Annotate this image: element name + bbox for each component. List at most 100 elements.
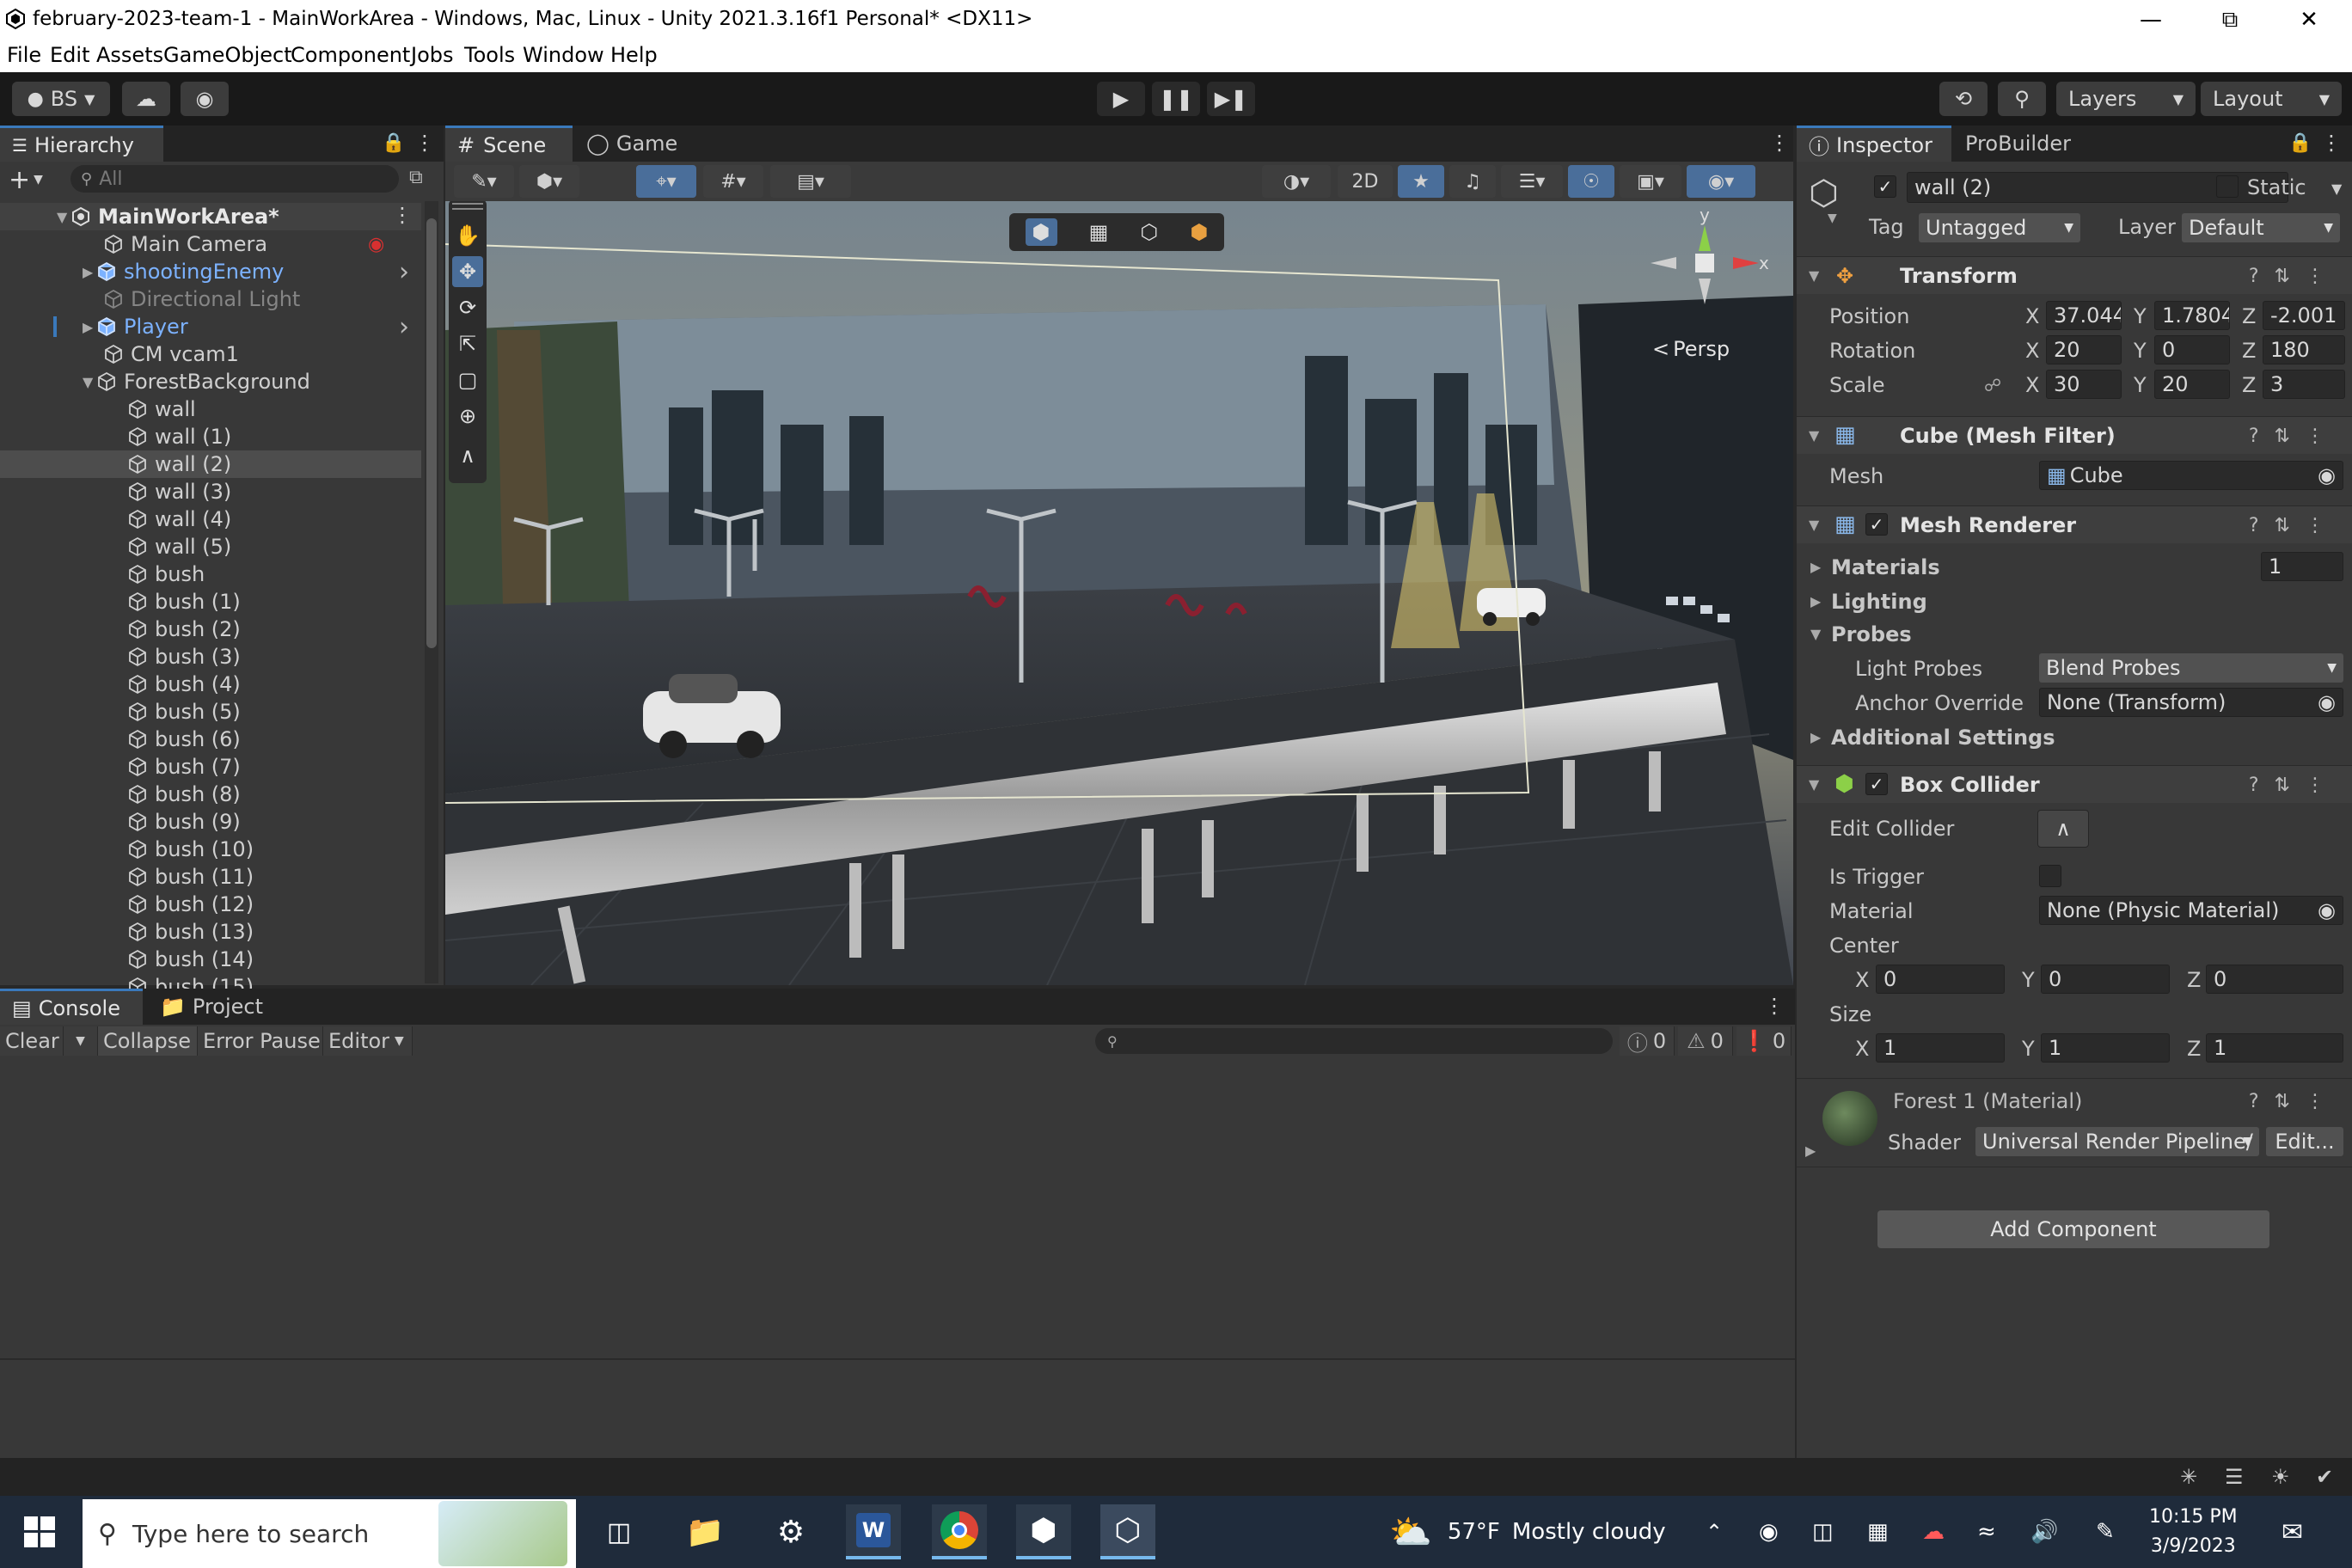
size-y-field[interactable]: 1 [2041,1033,2170,1063]
scene-viewport[interactable]: ✋ ✥ ⟳ ⇱ ▢ ⊕ ∧ ⬢ ▦ ⬡ ⬢ y x < Persp [445,201,1793,985]
scale-y-field[interactable]: 20 [2154,370,2230,399]
camera-button[interactable]: ▣▾ [1620,165,1681,198]
scene-root-row[interactable]: ▼ MainWorkArea* [0,203,421,230]
word-icon[interactable]: W [846,1504,901,1559]
chrome-icon[interactable] [932,1504,987,1559]
probes-label[interactable]: Probes [1831,622,1912,646]
error-pause-toggle[interactable]: Error Pause [198,1026,323,1056]
warning-count-toggle[interactable]: ⚠ 0 [1678,1026,1733,1056]
hierarchy-item[interactable]: bush (5) [0,698,421,726]
restore-icon[interactable]: ⧉ [2194,0,2266,40]
hierarchy-item[interactable]: wall (4) [0,505,421,533]
material-preview-sphere[interactable] [1822,1091,1877,1146]
render-mode-button[interactable]: ◑▾ [1262,165,1331,198]
expand-arrow-icon[interactable]: ▶ [83,264,96,280]
debug-icon[interactable]: ✳ [2180,1465,2197,1489]
persp-toggle[interactable]: < Persp [1652,337,1730,361]
component-header-icons[interactable]: ?⇅⋮ [2249,426,2340,447]
size-z-field[interactable]: 1 [2206,1033,2343,1063]
orientation-gizmo[interactable]: y x [1640,205,1769,339]
hierarchy-item[interactable]: bush (10) [0,836,421,863]
scale-tool-icon[interactable]: ⇱ [452,328,483,359]
is-trigger-checkbox[interactable] [2039,865,2061,887]
hierarchy-item[interactable]: bush (13) [0,918,421,946]
menu-jobs[interactable]: Jobs [411,43,454,67]
rotate-tool-icon[interactable]: ⟳ [452,292,483,323]
hierarchy-item[interactable]: bush (14) [0,946,421,973]
hierarchy-item[interactable]: bush (7) [0,753,421,781]
custom-tool-icon[interactable]: ∧ [452,440,483,471]
weather-widget[interactable]: ⛅ 57°F Mostly cloudy [1389,1496,1666,1568]
static-checkbox[interactable] [2216,175,2239,198]
layers-dropdown[interactable]: Layers ▼ [2056,82,2196,116]
position-x-field[interactable]: 37.044 [2046,301,2122,330]
component-header-icons[interactable]: ?⇅⋮ [2249,266,2340,287]
hierarchy-item[interactable]: bush (3) [0,643,421,671]
transform-header[interactable]: ▼ ✥ Transform ?⇅⋮ [1797,256,2352,294]
hierarchy-search-input[interactable]: ⚲ All [70,165,399,193]
lock-icon[interactable]: 🔒 [2288,132,2312,154]
hierarchy-item[interactable]: wall (3) [0,478,421,505]
hierarchy-scrollbar[interactable] [425,201,438,983]
hierarchy-item[interactable]: Directional Light [0,285,421,313]
cloud-button[interactable]: ☁ [122,82,170,116]
hierarchy-item[interactable]: bush (6) [0,726,421,753]
menu-help[interactable]: Help [610,43,658,67]
show-hidden-icons-icon[interactable]: ⌃ [1706,1496,1723,1568]
scene-more-icon[interactable]: ⋮ [392,203,413,227]
transform-tool-icon[interactable]: ⊕ [452,401,483,432]
collapse-arrow-icon[interactable]: ▼ [1809,427,1819,444]
draw-mode-button[interactable]: ✎▾ [454,165,514,198]
hierarchy-item[interactable]: bush (8) [0,781,421,808]
hierarchy-item[interactable]: wall [0,395,421,423]
auto-generate-lighting-icon[interactable]: ☀ [2271,1465,2290,1489]
mesh-renderer-header[interactable]: ▼ ▦ ✓ Mesh Renderer ?⇅⋮ [1797,505,2352,543]
hierarchy-item[interactable]: Main Camera ◉ [0,230,421,258]
mesh-filter-header[interactable]: ▼ ▦ Cube (Mesh Filter) ?⇅⋮ [1797,416,2352,454]
record-icon[interactable]: ◉ [1759,1496,1779,1568]
undo-history-button[interactable]: ⟲ [1939,82,1988,116]
menu-assets[interactable]: Assets [96,43,163,67]
tab-console[interactable]: ▤ Console [0,989,143,1025]
settings-icon[interactable]: ⚙ [763,1504,818,1559]
unity-hub-icon[interactable]: ⬢ [1016,1504,1071,1559]
icon-dropdown-icon[interactable]: ▼ [1828,211,1837,225]
active-checkbox[interactable]: ✓ [1874,175,1896,198]
menu-window[interactable]: Window [523,43,604,67]
battery-icon[interactable]: ◫ [1812,1496,1834,1568]
collapse-arrow-icon[interactable]: ▼ [1809,267,1819,284]
object-mode-icon[interactable]: ⬢ [1025,218,1057,246]
grid-snap-button[interactable]: #▾ [703,165,763,198]
more-options-icon[interactable]: ⋮ [1764,994,1785,1018]
collapse-arrow-icon[interactable]: ▼ [1810,626,1821,642]
mesh-field[interactable]: ▦ Cube ◉ [2039,461,2343,490]
task-view-icon[interactable]: ◫ [591,1504,646,1559]
rotation-x-field[interactable]: 20 [2046,335,2122,364]
minimize-icon[interactable]: — [2115,0,2187,40]
wifi-icon[interactable]: ≈ [1977,1496,1996,1568]
face-mode-icon[interactable]: ⬢ [1190,220,1208,244]
rotation-y-field[interactable]: 0 [2154,335,2230,364]
tag-dropdown[interactable]: Untagged ▼ [1919,213,2080,242]
tab-project[interactable]: 📁 Project [148,989,277,1025]
audio-toggle-button[interactable]: ♫ [1449,165,1496,198]
move-tool-icon[interactable]: ✥ [452,256,483,287]
clock[interactable]: 10:15 PM 3/9/2023 [2149,1496,2238,1568]
expand-arrow-icon[interactable]: ▶ [1810,729,1821,745]
close-icon[interactable]: ✕ [2273,0,2345,40]
expand-arrow-icon[interactable]: ▶ [83,319,96,335]
component-header-icons[interactable]: ?⇅⋮ [2249,515,2340,536]
console-log-list[interactable] [0,1057,1795,1360]
center-z-field[interactable]: 0 [2206,965,2343,994]
hierarchy-item[interactable]: bush (4) [0,671,421,698]
scale-z-field[interactable]: 3 [2263,370,2345,399]
shading-button[interactable]: ⬢▾ [519,165,579,198]
hierarchy-item[interactable]: CM vcam1 [0,340,421,368]
additional-settings-label[interactable]: Additional Settings [1831,726,2055,750]
collapse-toggle[interactable]: Collapse [98,1026,198,1056]
menu-component[interactable]: Component [291,43,410,67]
rect-tool-icon[interactable]: ▢ [452,364,483,395]
play-button[interactable]: ▶ [1097,82,1145,116]
gizmos-button[interactable]: ◉▾ [1687,165,1755,198]
log-count-toggle[interactable]: ⓘ 0 [1620,1026,1675,1056]
